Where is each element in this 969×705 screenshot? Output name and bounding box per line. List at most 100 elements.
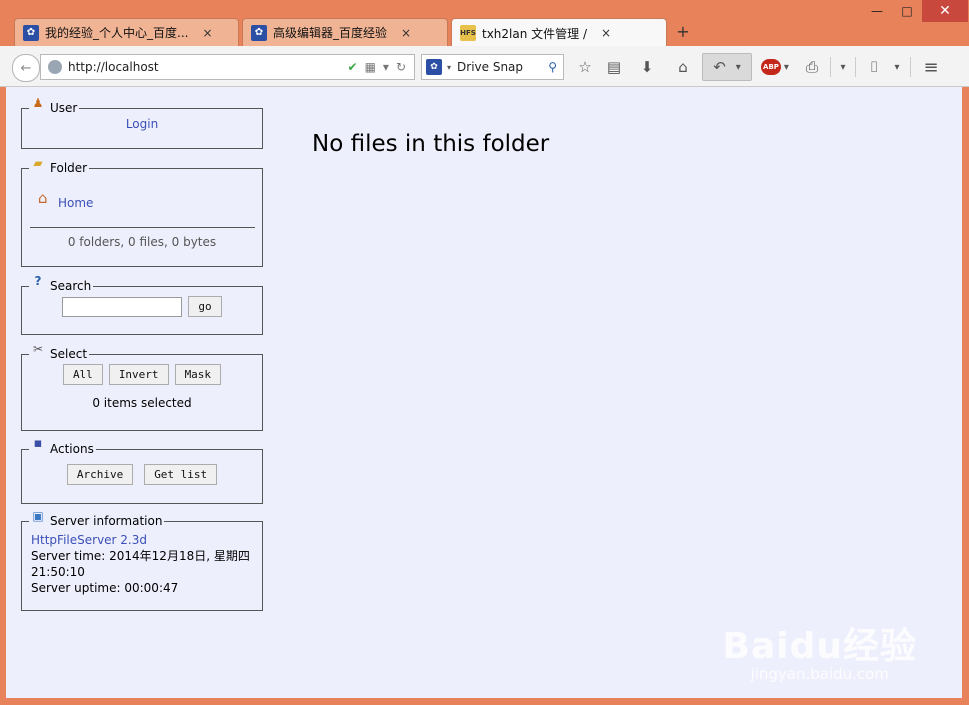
paw-icon: ✿ [426,59,442,75]
tab-close-icon[interactable]: × [601,26,611,40]
navigation-toolbar: ← http://localhost ✔ ▦ ▾ ↻ ✿ ▾ Drive Sna… [0,46,969,87]
url-text[interactable]: http://localhost [68,60,348,74]
search-panel: ? Search go [21,274,263,335]
undo-button[interactable]: ↶ ▾ [702,53,752,81]
get-list-button[interactable]: Get list [144,464,218,485]
folder-icon: ▰ [33,156,43,170]
tab-baidu-profile[interactable]: ✿ 我的经验_个人中心_百度... × [14,18,239,46]
close-window-button[interactable]: ✕ [922,0,968,22]
page-content: ♟ User Login ▰ Folder ⌂ Home 0 folders, … [6,87,962,698]
scissors-icon: ✂ [32,342,44,356]
dropdown-icon[interactable]: ▾ [835,54,851,80]
url-bar[interactable]: http://localhost ✔ ▦ ▾ ↻ [40,54,415,80]
tab-title: txh2lan 文件管理 / [482,26,588,41]
folder-legend-text: Folder [50,161,88,175]
select-buttons: All Invert Mask [22,364,262,385]
print-icon[interactable]: ⎙ [798,54,826,80]
tab-close-icon[interactable]: × [401,26,411,40]
qr-icon[interactable]: ▦ [365,60,376,74]
watermark-url: jingyan.baidu.com [750,665,889,683]
toolbar-separator [830,57,831,77]
home-row: ⌂ Home [38,191,262,211]
server-time: Server time: 2014年12月18日, 星期四 21:50:10 [31,549,250,579]
folder-panel: ▰ Folder ⌂ Home 0 folders, 0 files, 0 by… [21,156,263,267]
search-row: go [22,296,262,317]
server-legend: ▣ Server information [29,509,164,528]
home-icon[interactable]: ⌂ [664,54,702,80]
dropdown-icon[interactable]: ▾ [383,60,389,74]
tab-strip: ✿ 我的经验_个人中心_百度... × ✿ 高级编辑器_百度经验 × HFS t… [14,18,696,47]
help-icon: ? [34,274,42,288]
actions-buttons: Archive Get list [22,464,262,485]
browser-window: — □ ✕ ✿ 我的经验_个人中心_百度... × ✿ 高级编辑器_百度经验 ×… [0,0,969,705]
select-legend-text: Select [50,347,88,361]
tab-hfs-active[interactable]: HFS txh2lan 文件管理 / × [451,18,667,47]
select-legend: ✂ Select [29,342,89,361]
adblock-icon: ABP [761,59,781,75]
url-bar-icons: ✔ ▦ ▾ ↻ [348,60,415,74]
shield-icon[interactable]: ✔ [348,60,358,74]
maximize-button[interactable]: □ [892,0,922,22]
actions-panel: ▪ Actions Archive Get list [21,437,263,504]
screenshot-icon[interactable]: ⌷ [860,54,888,80]
server-legend-text: Server information [50,514,163,528]
baidu-watermark: Baidu经验 jingyan.baidu.com [723,617,917,683]
actions-legend-text: Actions [50,442,94,456]
server-info: HttpFileServer 2.3d Server time: 2014年12… [22,528,262,596]
toolbar-separator [855,57,856,77]
server-icon: ▣ [32,509,44,523]
server-info-panel: ▣ Server information HttpFileServer 2.3d… [21,509,263,611]
search-input[interactable] [62,296,183,317]
server-uptime: Server uptime: 00:00:47 [31,581,179,595]
magnifier-icon[interactable]: ⚲ [548,60,557,74]
tab-title: 我的经验_个人中心_百度... [45,26,189,40]
watermark-logo-text: Baidu经验 [722,626,917,667]
hfs-version-link[interactable]: HttpFileServer 2.3d [31,532,262,548]
folder-divider [30,227,255,228]
folder-legend: ▰ Folder [29,156,89,175]
empty-folder-message: No files in this folder [312,131,550,157]
tab-close-icon[interactable]: × [202,26,212,40]
reading-list-icon[interactable]: ▤ [598,54,630,80]
go-button[interactable]: go [188,296,222,317]
dropdown-icon[interactable]: ▾ [784,62,789,73]
search-legend: ? Search [29,274,93,293]
login-link[interactable]: Login [126,117,158,131]
star-icon[interactable]: ☆ [572,54,598,80]
hfs-icon: HFS [460,25,476,41]
adblock-button[interactable]: ABP ▾ [752,54,798,80]
user-icon: ♟ [32,96,44,110]
home-link[interactable]: Home [58,196,93,210]
window-controls: — □ ✕ [862,0,968,22]
globe-icon [48,60,62,74]
select-all-button[interactable]: All [62,364,103,385]
search-legend-text: Search [50,279,92,293]
back-button[interactable]: ← [12,54,40,82]
selection-status: 0 items selected [92,396,192,410]
search-engine-name[interactable]: Drive Snap [457,60,548,74]
mask-button[interactable]: Mask [174,364,222,385]
invert-button[interactable]: Invert [108,364,169,385]
search-bar[interactable]: ✿ ▾ Drive Snap ⚲ [421,54,564,80]
reload-icon[interactable]: ↻ [396,60,406,74]
paw-icon: ✿ [23,24,39,41]
home-icon: ⌂ [38,189,48,207]
user-legend: ♟ User [29,96,79,115]
dropdown-icon[interactable]: ▾ [447,63,451,72]
tab-baidu-editor[interactable]: ✿ 高级编辑器_百度经验 × [242,18,448,46]
select-panel: ✂ Select All Invert Mask 0 items selecte… [21,342,263,431]
new-tab-button[interactable]: + [670,18,696,45]
dropdown-icon[interactable]: ▾ [736,62,741,73]
login-row: Login [22,117,262,131]
toolbar-buttons: ☆ ▤ ⬇ ⌂ ↶ ▾ ABP ▾ ⎙ ▾ ⌷ ▾ ≡ [572,53,947,81]
paw-icon: ✿ [251,24,267,41]
dropdown-icon[interactable]: ▾ [888,54,906,80]
tab-title: 高级编辑器_百度经验 [273,26,388,40]
undo-icon: ↶ [713,58,726,76]
download-icon[interactable]: ⬇ [630,54,664,80]
minimize-button[interactable]: — [862,0,892,22]
user-panel: ♟ User Login [21,96,263,149]
archive-button[interactable]: Archive [66,464,134,485]
menu-icon[interactable]: ≡ [915,54,947,80]
user-legend-text: User [50,101,78,115]
